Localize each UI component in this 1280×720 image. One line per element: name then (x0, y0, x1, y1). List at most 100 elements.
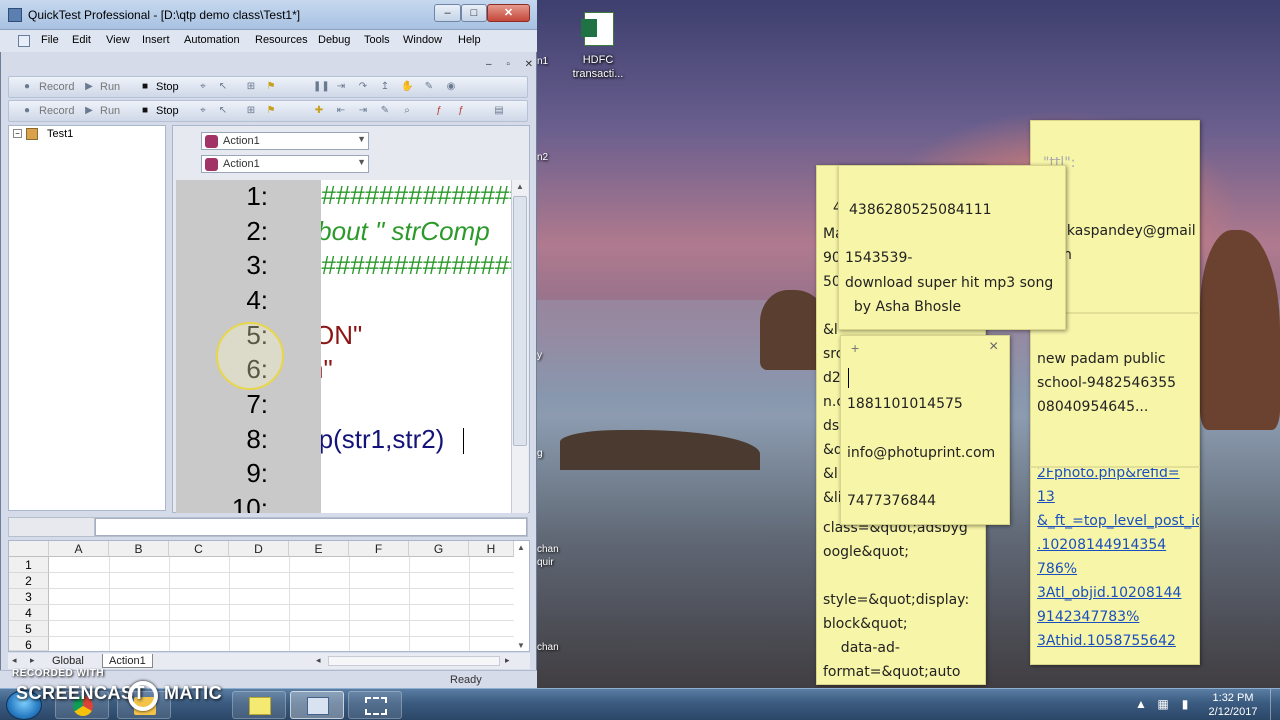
table-scroll-up[interactable]: ▲ (517, 543, 525, 552)
formula-input[interactable] (95, 518, 527, 536)
cell-reference-box[interactable] (9, 518, 95, 536)
repository-icon[interactable]: ⊞ (245, 105, 257, 117)
checkpoint-icon[interactable]: ⚑ (265, 81, 277, 93)
collapse-icon[interactable]: − (13, 129, 22, 138)
menu-window[interactable]: Window (403, 34, 442, 46)
note-link[interactable]: 9142347783% (1037, 605, 1139, 629)
spy-icon[interactable]: ⌖ (197, 81, 209, 93)
stop-button[interactable]: Stop (156, 81, 179, 93)
desktop-icon-label[interactable]: chan (537, 544, 559, 555)
row-header[interactable]: 2 (9, 573, 49, 589)
menu-view[interactable]: View (106, 34, 130, 46)
minimize-button[interactable]: ‒ (434, 4, 461, 22)
network-icon[interactable]: ▦ (1156, 697, 1170, 711)
step-out-icon[interactable]: ↥ (379, 81, 391, 93)
record-button[interactable]: Record (39, 81, 74, 93)
note-link[interactable]: .10208144914354 (1037, 533, 1166, 557)
column-header[interactable]: G (409, 541, 469, 557)
row-header[interactable]: 5 (9, 621, 49, 637)
code-line[interactable]: ######################## (321, 250, 511, 281)
tab-global[interactable]: Global (46, 654, 90, 668)
code-line[interactable]: mp(str1,str2) (321, 424, 444, 455)
chevron-down-icon[interactable]: ▼ (357, 157, 366, 167)
view-toggle-icon[interactable]: ▤ (493, 105, 505, 117)
menu-resources[interactable]: Resources (255, 34, 308, 46)
row-header[interactable]: 4 (9, 605, 49, 621)
show-desktop-button[interactable] (1270, 689, 1280, 720)
menu-insert[interactable]: Insert (142, 34, 170, 46)
pause-icon[interactable]: ❚❚ (313, 81, 330, 93)
menu-file[interactable]: File (41, 34, 59, 46)
insert-step-icon[interactable]: ✚ (313, 105, 325, 117)
watch-icon[interactable]: ◉ (445, 81, 457, 93)
maximize-button[interactable]: □ (461, 4, 487, 22)
close-note-button[interactable]: × (989, 338, 998, 356)
tab-nav-first-icon[interactable]: ◂ (12, 655, 17, 666)
step-into-icon[interactable]: ⇥ (335, 81, 347, 93)
breakpoint-icon[interactable]: ✋ (401, 81, 413, 93)
close-button[interactable]: ✕ (487, 4, 530, 22)
hscroll-left-icon[interactable]: ◂ (316, 655, 321, 666)
column-header[interactable]: E (289, 541, 349, 557)
step-over-icon[interactable]: ↷ (357, 81, 369, 93)
desktop-icon-label[interactable]: n2 (537, 152, 548, 163)
indent-icon[interactable]: ⇤ (335, 105, 347, 117)
column-header[interactable]: C (169, 541, 229, 557)
checkpoint-icon[interactable]: ⚑ (265, 105, 277, 117)
desktop-icon-label[interactable]: y (537, 350, 542, 361)
desktop-icon-label[interactable]: HDFC (560, 54, 636, 66)
row-header[interactable]: 3 (9, 589, 49, 605)
desktop-icon-label[interactable]: transacti... (560, 68, 636, 80)
menu-help[interactable]: Help (458, 34, 481, 46)
hscroll-right-icon[interactable]: ▸ (505, 655, 510, 666)
power-icon[interactable]: ▮ (1178, 697, 1192, 711)
add-note-button[interactable]: + (851, 340, 859, 356)
tree-item-test1[interactable]: Test1 (47, 128, 73, 140)
column-header[interactable]: D (229, 541, 289, 557)
pointer-icon[interactable]: ↖ (217, 105, 229, 117)
record-button[interactable]: Record (39, 105, 74, 117)
editor-scrollbar[interactable]: ▲ (511, 180, 528, 513)
code-line[interactable]: ON" (321, 320, 362, 351)
repository-icon[interactable]: ⊞ (245, 81, 257, 93)
scrollbar-thumb[interactable] (513, 196, 527, 446)
sticky-note[interactable]: 4386280525084111 1543539- download super… (838, 165, 1066, 330)
menu-automation[interactable]: Automation (184, 34, 240, 46)
spy-icon[interactable]: ⌖ (197, 105, 209, 117)
find-icon[interactable]: ⌕ (401, 105, 413, 117)
note-link[interactable]: 2Fphoto.php&refid= (1037, 461, 1180, 485)
run-button[interactable]: Run (100, 81, 120, 93)
code-line[interactable]: n about " strComp (321, 216, 490, 247)
stop-button[interactable]: Stop (156, 105, 179, 117)
action-selector[interactable]: Action1 ▼ (201, 155, 369, 173)
tab-nav-next-icon[interactable]: ▸ (30, 655, 35, 666)
desktop-icon-label[interactable]: quir (537, 557, 554, 568)
excel-file-icon[interactable] (581, 12, 614, 46)
code-line[interactable]: n" (321, 354, 333, 385)
show-hidden-icons[interactable]: ▲ (1134, 697, 1148, 711)
menu-debug[interactable]: Debug (318, 34, 350, 46)
column-header[interactable]: H (469, 541, 514, 557)
table-scroll-down[interactable]: ▼ (517, 641, 525, 650)
clear-breakpoints-icon[interactable]: ✎ (423, 81, 435, 93)
taskbar-sticky-notes[interactable] (232, 691, 286, 719)
scroll-up-icon[interactable]: ▲ (516, 182, 524, 191)
hscroll-track[interactable] (328, 656, 500, 666)
row-header[interactable]: 6 (9, 637, 49, 651)
function-library-icon[interactable]: ƒ (455, 105, 467, 117)
note-link[interactable]: 786% (1037, 557, 1077, 581)
tab-action1[interactable]: Action1 (102, 654, 153, 668)
code-line[interactable]: ######################## (321, 180, 511, 211)
note-link[interactable]: 3Athid.1058755642 (1037, 629, 1176, 653)
taskbar-qtp[interactable] (290, 691, 344, 719)
column-header[interactable]: F (349, 541, 409, 557)
mdi-controls[interactable]: ‒ ▫ ✕ (486, 59, 539, 70)
desktop-icon-label[interactable]: g (537, 448, 543, 459)
outdent-icon[interactable]: ⇥ (357, 105, 369, 117)
run-button[interactable]: Run (100, 105, 120, 117)
menu-tools[interactable]: Tools (364, 34, 390, 46)
clock[interactable]: 1:32 PM 2/12/2017 (1200, 691, 1266, 719)
sticky-note[interactable]: + × 1881101014575 info@photuprint.com 74… (840, 335, 1010, 525)
row-header[interactable]: 1 (9, 557, 49, 573)
action-selector[interactable]: Action1 ▼ (201, 132, 369, 150)
